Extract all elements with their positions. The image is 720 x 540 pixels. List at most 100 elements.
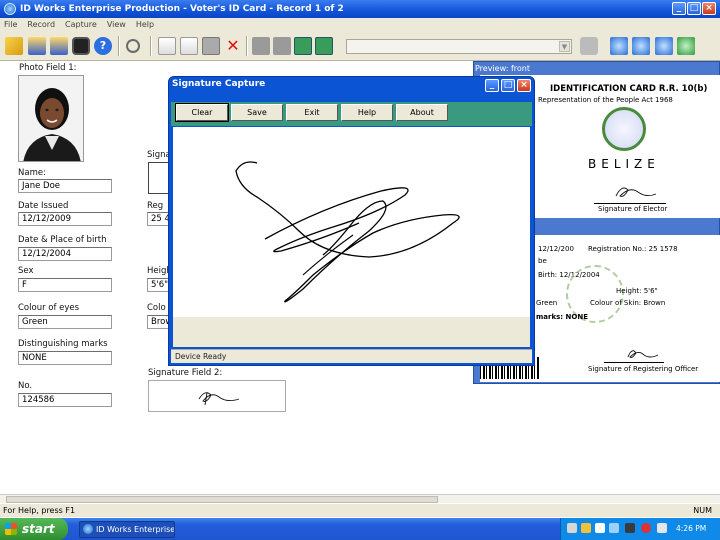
menu-bar: File Record Capture View Help bbox=[0, 18, 720, 31]
card-back-reg: Registration No.: 25 1578 bbox=[588, 245, 678, 253]
card-back-skin: Colour of Skin: Brown bbox=[590, 299, 666, 307]
date-issued-label: Date Issued bbox=[18, 201, 69, 211]
card-back-height: Height: 5'6" bbox=[616, 287, 658, 295]
menu-capture[interactable]: Capture bbox=[65, 20, 97, 29]
no-label: No. bbox=[18, 381, 33, 391]
sex-label: Sex bbox=[18, 266, 34, 276]
card-signature-caption: Signature of Elector bbox=[598, 205, 668, 213]
app-icon bbox=[83, 524, 93, 534]
delete-icon[interactable]: ✕ bbox=[224, 37, 242, 55]
speaker-icon[interactable] bbox=[657, 523, 667, 533]
menu-view[interactable]: View bbox=[107, 20, 126, 29]
dob-label: Date & Place of birth bbox=[18, 235, 107, 245]
card-back-date: 12/12/200 bbox=[538, 245, 574, 253]
window-title-bar[interactable]: ID Works Enterprise Production - Voter's… bbox=[0, 0, 720, 18]
open-folder-icon[interactable] bbox=[5, 37, 23, 55]
card-country: BELIZE bbox=[588, 157, 660, 171]
save-icon[interactable] bbox=[202, 37, 220, 55]
tray-icon[interactable] bbox=[581, 523, 591, 533]
menu-record[interactable]: Record bbox=[27, 20, 55, 29]
photo-label: Photo Field 1: bbox=[19, 63, 77, 73]
maximize-button[interactable]: □ bbox=[687, 2, 701, 15]
dialog-status: Device Ready bbox=[171, 349, 532, 363]
dialog-close-button[interactable]: × bbox=[517, 79, 531, 92]
captured-signature bbox=[235, 161, 460, 303]
next-record-icon[interactable] bbox=[294, 37, 312, 55]
marks-field[interactable]: NONE bbox=[18, 351, 112, 365]
windows-logo-icon bbox=[5, 523, 17, 535]
clear-button[interactable]: Clear bbox=[175, 103, 229, 122]
edit-record-icon[interactable] bbox=[180, 37, 198, 55]
num-lock-indicator: NUM bbox=[693, 506, 712, 515]
signature2-label: Signature Field 2: bbox=[148, 368, 223, 378]
card-front-subtitle: Representation of the People Act 1968 bbox=[538, 96, 673, 104]
toolbar-separator bbox=[118, 36, 120, 56]
help-button[interactable]: Help bbox=[341, 104, 393, 121]
magnifier-icon[interactable] bbox=[126, 39, 140, 53]
exit-button[interactable]: Exit bbox=[286, 104, 338, 121]
close-button[interactable]: × bbox=[702, 2, 716, 15]
menu-file[interactable]: File bbox=[4, 20, 17, 29]
name-field[interactable]: Jane Doe bbox=[18, 179, 112, 193]
dialog-footer bbox=[173, 317, 530, 347]
save-button[interactable]: Save bbox=[231, 104, 283, 121]
signature2-image bbox=[198, 392, 240, 406]
camera-icon[interactable] bbox=[72, 37, 90, 55]
signature2-field[interactable] bbox=[148, 380, 286, 412]
tray-icon[interactable] bbox=[641, 523, 651, 533]
encode-icon[interactable] bbox=[677, 37, 695, 55]
dob-field[interactable]: 12/12/2004 bbox=[18, 247, 112, 261]
prev-record-icon[interactable] bbox=[273, 37, 291, 55]
horizontal-scrollbar[interactable] bbox=[0, 494, 720, 503]
colour-label: Colo bbox=[147, 303, 166, 313]
toolbar-separator bbox=[150, 36, 152, 56]
user-add-icon[interactable] bbox=[28, 37, 46, 55]
tray-icon[interactable] bbox=[595, 523, 605, 533]
start-button[interactable]: start bbox=[0, 518, 68, 540]
scrollbar-thumb[interactable] bbox=[6, 496, 438, 503]
photo-field[interactable] bbox=[18, 75, 84, 162]
record-combo[interactable]: ▼ bbox=[346, 39, 572, 54]
card-signature bbox=[594, 178, 666, 204]
chevron-down-icon[interactable]: ▼ bbox=[559, 41, 570, 52]
filter-icon[interactable] bbox=[580, 37, 598, 55]
card-back-caption: Signature of Registering Officer bbox=[588, 365, 699, 373]
tray-icon[interactable] bbox=[625, 523, 635, 533]
coat-of-arms-icon bbox=[602, 107, 646, 151]
reg-label: Reg bbox=[147, 201, 164, 211]
card-front-title: IDENTIFICATION CARD R.R. 10(b) bbox=[550, 84, 708, 94]
new-record-icon[interactable] bbox=[158, 37, 176, 55]
tray-icon[interactable] bbox=[609, 523, 619, 533]
tray-icon[interactable] bbox=[567, 523, 577, 533]
help-icon[interactable]: ? bbox=[94, 37, 112, 55]
sex-field[interactable]: F bbox=[18, 278, 112, 292]
print-icon[interactable] bbox=[610, 37, 628, 55]
dialog-minimize-button[interactable]: _ bbox=[485, 79, 499, 92]
taskbar-app-button[interactable]: ID Works Enterprise ... bbox=[79, 521, 175, 538]
preview-title: Preview: front bbox=[475, 64, 530, 73]
about-button[interactable]: About bbox=[396, 104, 448, 121]
menu-help[interactable]: Help bbox=[136, 20, 154, 29]
dialog-maximize-button[interactable]: □ bbox=[501, 79, 515, 92]
window-title: ID Works Enterprise Production - Voter's… bbox=[20, 4, 344, 14]
marks-label: Distinguishing marks bbox=[18, 339, 108, 349]
last-record-icon[interactable] bbox=[315, 37, 333, 55]
signature-canvas[interactable] bbox=[173, 127, 530, 317]
print-batch-icon[interactable] bbox=[655, 37, 673, 55]
app-icon bbox=[4, 3, 16, 15]
name-label: Name: bbox=[18, 168, 46, 178]
first-record-icon[interactable] bbox=[252, 37, 270, 55]
no-field[interactable]: 124586 bbox=[18, 393, 112, 407]
user-search-icon[interactable] bbox=[50, 37, 68, 55]
card-back-eyes: Green bbox=[536, 299, 558, 307]
status-bar: For Help, press F1 NUM bbox=[0, 504, 720, 517]
dialog-title: Signature Capture bbox=[172, 79, 266, 89]
status-text: For Help, press F1 bbox=[3, 506, 76, 515]
eyes-field[interactable]: Green bbox=[18, 315, 112, 329]
clock: 4:26 PM bbox=[676, 524, 707, 533]
toolbar-separator bbox=[246, 36, 248, 56]
print-preview-icon[interactable] bbox=[632, 37, 650, 55]
date-issued-field[interactable]: 12/12/2009 bbox=[18, 212, 112, 226]
card-back-marks: marks: NONE bbox=[536, 313, 588, 321]
minimize-button[interactable]: _ bbox=[672, 2, 686, 15]
